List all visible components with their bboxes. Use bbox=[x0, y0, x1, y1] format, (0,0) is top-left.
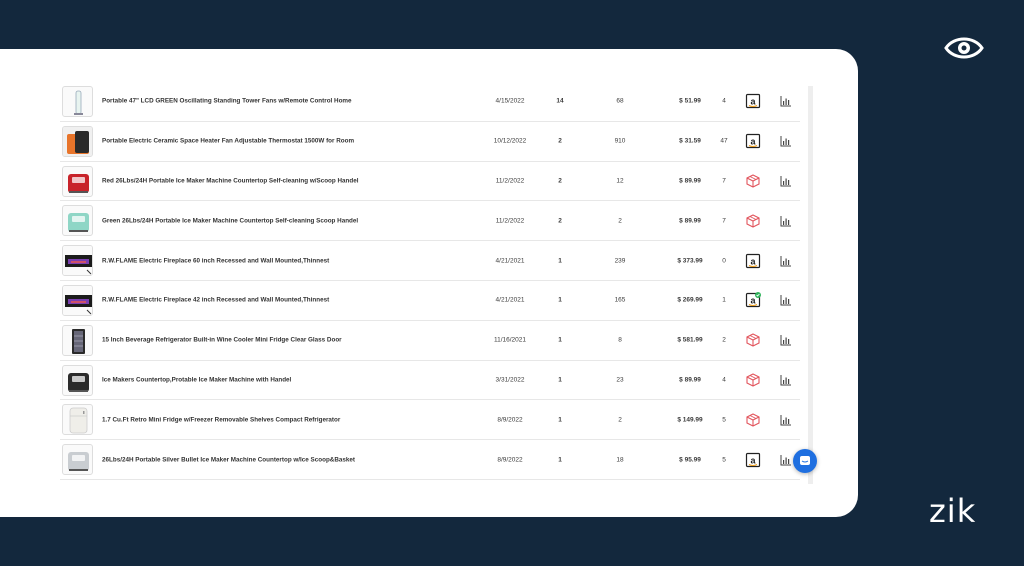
product-title[interactable]: Portable 47" LCD GREEN Oscillating Stand… bbox=[102, 98, 352, 105]
bar-chart-icon[interactable] bbox=[780, 334, 792, 346]
product-sales: 1 bbox=[558, 376, 562, 384]
product-reviews: 2 bbox=[618, 217, 622, 225]
product-reviews: 2 bbox=[618, 416, 622, 424]
product-thumbnail[interactable] bbox=[62, 245, 93, 277]
product-reviews: 18 bbox=[616, 456, 624, 464]
table-row[interactable]: 26Lbs/24H Portable Silver Bullet Ice Mak… bbox=[60, 440, 800, 480]
product-title[interactable]: 26Lbs/24H Portable Silver Bullet Ice Mak… bbox=[102, 456, 355, 463]
bar-chart-icon[interactable] bbox=[780, 175, 792, 187]
chat-icon bbox=[800, 456, 810, 465]
supplier-box-icon[interactable] bbox=[745, 213, 761, 229]
bar-chart-icon[interactable] bbox=[780, 454, 792, 466]
product-thumbnail[interactable] bbox=[62, 364, 93, 396]
table-row[interactable]: R.W.FLAME Electric Fireplace 42 inch Rec… bbox=[60, 281, 800, 321]
product-sales: 2 bbox=[558, 217, 562, 225]
scrollbar[interactable] bbox=[808, 86, 813, 484]
amazon-icon[interactable]: a bbox=[745, 93, 761, 109]
chat-button[interactable] bbox=[793, 449, 817, 473]
table-row[interactable]: 1.7 Cu.Ft Retro Mini Fridge w/Freezer Re… bbox=[60, 400, 800, 441]
product-sales: 1 bbox=[558, 336, 562, 344]
product-title[interactable]: 1.7 Cu.Ft Retro Mini Fridge w/Freezer Re… bbox=[102, 416, 340, 423]
product-thumbnail[interactable] bbox=[62, 205, 93, 237]
amazon-icon[interactable]: a bbox=[745, 253, 761, 269]
product-reviews: 12 bbox=[616, 177, 624, 185]
product-reviews: 68 bbox=[616, 97, 624, 105]
table-row[interactable]: Portable Electric Ceramic Space Heater F… bbox=[60, 122, 800, 162]
product-reviews: 165 bbox=[614, 296, 626, 304]
amazon-icon[interactable]: a bbox=[745, 292, 761, 308]
product-sales: 2 bbox=[558, 137, 562, 145]
bar-chart-icon[interactable] bbox=[780, 255, 792, 267]
product-reviews: 8 bbox=[618, 336, 622, 344]
product-reviews: 23 bbox=[616, 376, 624, 384]
products-table: Portable 47" LCD GREEN Oscillating Stand… bbox=[60, 82, 800, 480]
eye-icon bbox=[944, 37, 984, 59]
product-title[interactable]: R.W.FLAME Electric Fireplace 60 inch Rec… bbox=[102, 257, 329, 264]
supplier-box-icon[interactable] bbox=[745, 173, 761, 189]
product-reviews: 910 bbox=[614, 137, 626, 145]
product-thumbnail[interactable] bbox=[62, 284, 93, 316]
product-sales: 2 bbox=[558, 177, 562, 185]
supplier-box-icon[interactable] bbox=[745, 332, 761, 348]
table-row[interactable]: 15 Inch Beverage Refrigerator Built-in W… bbox=[60, 321, 800, 361]
product-title[interactable]: Red 26Lbs/24H Portable Ice Maker Machine… bbox=[102, 177, 358, 184]
bar-chart-icon[interactable] bbox=[780, 374, 792, 386]
amazon-icon[interactable]: a bbox=[745, 133, 761, 149]
table-row[interactable]: Red 26Lbs/24H Portable Ice Maker Machine… bbox=[60, 162, 800, 202]
product-title[interactable]: 15 Inch Beverage Refrigerator Built-in W… bbox=[102, 337, 342, 344]
brand-logo-text: zik bbox=[929, 492, 977, 530]
bar-chart-icon[interactable] bbox=[780, 414, 792, 426]
product-sales: 1 bbox=[558, 257, 562, 265]
product-sales: 1 bbox=[558, 416, 562, 424]
product-title[interactable]: Portable Electric Ceramic Space Heater F… bbox=[102, 138, 354, 145]
product-sales: 1 bbox=[558, 456, 562, 464]
product-thumbnail[interactable] bbox=[62, 86, 93, 117]
product-thumbnail[interactable] bbox=[62, 125, 93, 157]
bar-chart-icon[interactable] bbox=[780, 95, 792, 107]
product-thumbnail[interactable] bbox=[62, 165, 93, 197]
product-thumbnail[interactable] bbox=[62, 404, 93, 436]
table-row[interactable]: R.W.FLAME Electric Fireplace 60 inch Rec… bbox=[60, 241, 800, 281]
product-title[interactable]: R.W.FLAME Electric Fireplace 42 inch Rec… bbox=[102, 297, 329, 304]
product-sales: 14 bbox=[556, 97, 564, 105]
table-row[interactable]: Green 26Lbs/24H Portable Ice Maker Machi… bbox=[60, 201, 800, 242]
product-sales: 1 bbox=[558, 296, 562, 304]
product-reviews: 239 bbox=[614, 257, 626, 265]
bar-chart-icon[interactable] bbox=[780, 215, 792, 227]
supplier-box-icon[interactable] bbox=[745, 412, 761, 428]
amazon-icon[interactable]: a bbox=[745, 452, 761, 468]
bar-chart-icon[interactable] bbox=[780, 135, 792, 147]
supplier-box-icon[interactable] bbox=[745, 372, 761, 388]
table-row[interactable]: Portable 47" LCD GREEN Oscillating Stand… bbox=[60, 82, 800, 122]
product-thumbnail[interactable] bbox=[62, 324, 93, 356]
product-thumbnail[interactable] bbox=[62, 444, 93, 476]
bar-chart-icon[interactable] bbox=[780, 294, 792, 306]
product-title[interactable]: Green 26Lbs/24H Portable Ice Maker Machi… bbox=[102, 217, 358, 224]
product-title[interactable]: Ice Makers Countertop,Protable Ice Maker… bbox=[102, 376, 291, 383]
table-row[interactable]: Ice Makers Countertop,Protable Ice Maker… bbox=[60, 361, 800, 401]
